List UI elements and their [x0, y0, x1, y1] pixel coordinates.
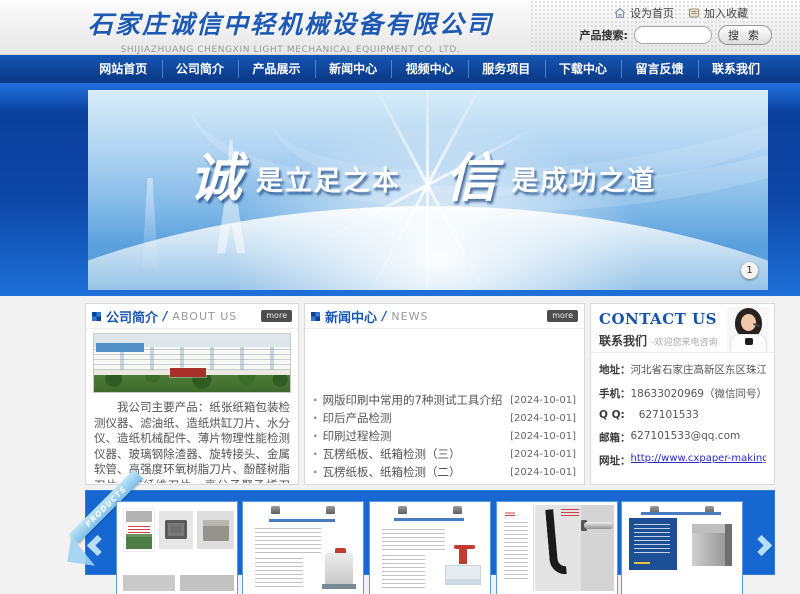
- contact-qq: Q Q: 627101533: [599, 409, 766, 421]
- product-card-1[interactable]: [117, 502, 237, 594]
- nav-item-products[interactable]: 产品展示: [238, 55, 315, 83]
- product-image-2: [246, 505, 360, 591]
- news-list-item[interactable]: · 印后产品检测 [2024-10-01]: [313, 409, 576, 427]
- contact-header: CONTACT US 联系我们 -欢迎您来电咨询: [591, 304, 774, 353]
- website-link[interactable]: http://www.cxpaper-making.com: [631, 453, 767, 468]
- news-list: · 网版印刷中常用的7种测试工具介绍 [2024-10-01] · 印后产品检测…: [305, 391, 584, 481]
- news-title-en: NEWS: [391, 310, 428, 323]
- page: { "header": { "company_name_cn": "石家庄诚信中…: [0, 0, 800, 563]
- set-homepage-link[interactable]: 设为首页: [614, 5, 674, 21]
- product-image-5: [625, 505, 739, 591]
- news-section: 新闻中心 / NEWS more · 网版印刷中常用的7种测试工具介绍 [202…: [304, 303, 585, 485]
- about-title-en: ABOUT US: [172, 310, 237, 323]
- set-homepage-label: 设为首页: [630, 5, 674, 21]
- news-list-item[interactable]: · 瓦楞纸板、纸箱检测（二） [2024-10-01]: [313, 463, 576, 481]
- contact-phone: 手机： 18633020969（微信同号）: [599, 386, 766, 401]
- contact-address: 地址： 河北省石家庄高新区东区珠江大道49号: [599, 362, 766, 377]
- section-grid-icon: [311, 312, 320, 321]
- home-icon: [614, 7, 626, 19]
- main-nav: 网站首页 公司简介 产品展示 新闻中心 视频中心 服务项目 下载中心 留言反馈 …: [0, 55, 800, 83]
- logo: 石家庄诚信中轻机械设备有限公司 SHIJIAZHUANG CHENGXIN LI…: [88, 5, 493, 55]
- contact-website: 网址： http://www.cxpaper-making.com: [599, 453, 766, 468]
- carousel-next-arrow[interactable]: [751, 535, 772, 556]
- search-label: 产品搜索:: [580, 27, 628, 43]
- nav-item-home[interactable]: 网站首页: [85, 55, 162, 83]
- product-image-3: [373, 505, 487, 591]
- about-header: 公司简介 / ABOUT US more: [86, 304, 298, 329]
- news-more-button[interactable]: more: [547, 310, 578, 322]
- products-carousel: PRODUCTS: [85, 490, 775, 575]
- quick-links: 设为首页 加入收藏: [614, 5, 748, 21]
- search-input[interactable]: [634, 26, 712, 44]
- binder-clip-icon: [453, 506, 462, 514]
- banner-slide[interactable]: 诚 是立足之本 信 是成功之道 1: [88, 90, 768, 290]
- section-grid-icon: [92, 312, 101, 321]
- about-intro-text: 我公司主要产品：纸张纸箱包装检测仪器、滤油纸、造纸烘缸刀片、水分仪、造纸机械配件…: [86, 395, 298, 483]
- product-image-1: [120, 505, 234, 591]
- nav-item-news[interactable]: 新闻中心: [315, 55, 392, 83]
- about-section: 公司简介 / ABOUT US more 我公司主要产品：纸张纸箱包装检测仪器、…: [85, 303, 299, 485]
- product-image-4: [500, 505, 614, 591]
- nav-list: 网站首页 公司简介 产品展示 新闻中心 视频中心 服务项目 下载中心 留言反馈 …: [85, 55, 800, 83]
- company-name-en: SHIJIAZHUANG CHENGXIN LIGHT MECHANICAL E…: [88, 45, 493, 55]
- carousel-prev-arrow[interactable]: [87, 535, 108, 556]
- binder-clip-icon: [398, 506, 407, 514]
- nav-item-feedback[interactable]: 留言反馈: [621, 55, 698, 83]
- product-card-3[interactable]: [370, 502, 490, 594]
- nav-item-downloads[interactable]: 下载中心: [545, 55, 622, 83]
- slogan-text-2: 是成功之道: [511, 166, 656, 197]
- contact-section: CONTACT US 联系我们 -欢迎您来电咨询 地址： 河北省石家庄高新区东区…: [590, 303, 775, 485]
- binder-clip-icon: [271, 506, 280, 514]
- contact-details: 地址： 河北省石家庄高新区东区珠江大道49号 手机： 18633020969（微…: [591, 353, 774, 468]
- nav-item-video[interactable]: 视频中心: [391, 55, 468, 83]
- nav-item-contact[interactable]: 联系我们: [698, 55, 775, 83]
- binder-clip-icon: [326, 506, 335, 514]
- product-search: 产品搜索: 搜 索: [580, 25, 772, 45]
- about-title-cn: 公司简介: [106, 307, 158, 326]
- add-favorite-label: 加入收藏: [704, 5, 748, 21]
- nav-item-services[interactable]: 服务项目: [468, 55, 545, 83]
- slogan-char-xin: 信: [445, 148, 497, 209]
- slogan-text-1: 是立足之本: [256, 166, 401, 197]
- news-list-item[interactable]: · 印刷过程检测 [2024-10-01]: [313, 427, 576, 445]
- banner-pagination-dot[interactable]: 1: [741, 262, 758, 279]
- news-list-item[interactable]: · 瓦楞纸板、纸箱检测（三） [2024-10-01]: [313, 445, 576, 463]
- contact-email: 邮箱： 627101533@qq.com: [599, 430, 766, 445]
- nav-item-about[interactable]: 公司简介: [162, 55, 239, 83]
- news-title-cn: 新闻中心: [325, 307, 377, 326]
- company-name-cn: 石家庄诚信中轻机械设备有限公司: [88, 5, 493, 41]
- add-favorite-link[interactable]: 加入收藏: [688, 5, 748, 21]
- product-card-5[interactable]: [622, 502, 742, 594]
- factory-photo: [93, 333, 291, 393]
- bookmark-icon: [688, 7, 700, 19]
- banner-region: 诚 是立足之本 信 是成功之道 1: [0, 83, 800, 296]
- news-list-item[interactable]: · 网版印刷中常用的7种测试工具介绍 [2024-10-01]: [313, 391, 576, 409]
- product-card-4[interactable]: [497, 502, 617, 594]
- contact-subtitle: -欢迎您来电咨询: [651, 338, 717, 348]
- news-header: 新闻中心 / NEWS more: [305, 304, 584, 329]
- about-more-button[interactable]: more: [261, 310, 292, 322]
- news-featured-empty: [305, 329, 584, 391]
- customer-service-photo: [727, 307, 769, 351]
- search-button[interactable]: 搜 索: [718, 25, 772, 45]
- header: 石家庄诚信中轻机械设备有限公司 SHIJIAZHUANG CHENGXIN LI…: [0, 0, 800, 55]
- product-card-2[interactable]: [243, 502, 363, 594]
- slogan-char-cheng: 诚: [190, 148, 242, 209]
- banner-slogan: 诚 是立足之本 信 是成功之道: [88, 136, 768, 211]
